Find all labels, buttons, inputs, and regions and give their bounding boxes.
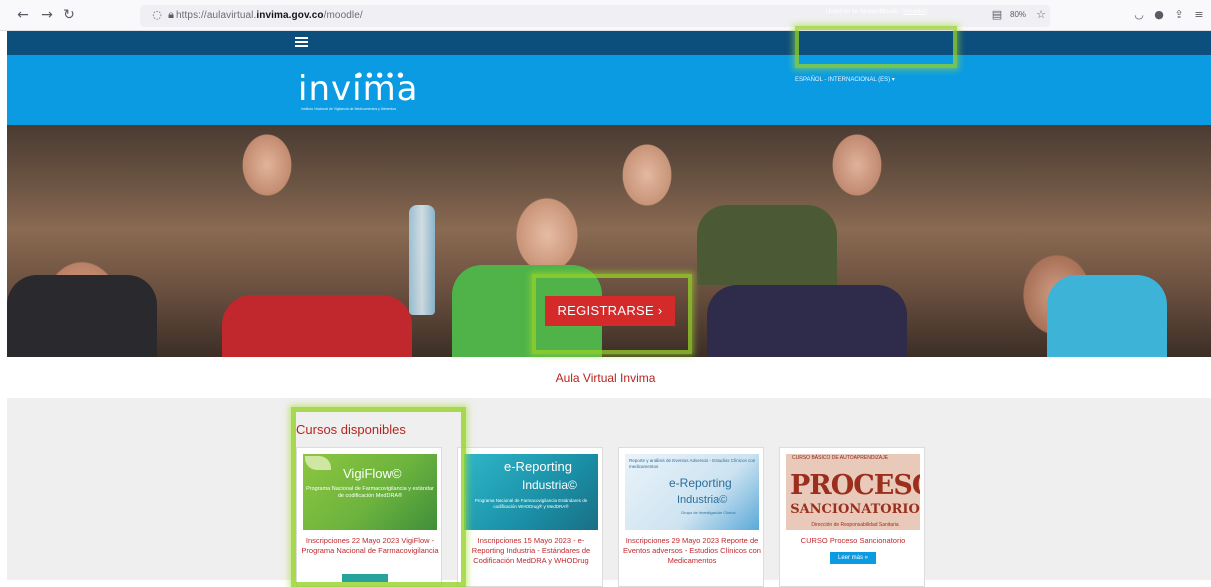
course-link[interactable]: Inscripciones 15 Mayo 2023 - e-Reporting… bbox=[462, 536, 600, 566]
course-link[interactable]: CURSO Proceso Sancionatorio bbox=[784, 536, 922, 546]
hamburger-menu-icon[interactable] bbox=[295, 37, 308, 47]
course-image-title-2: Industria© bbox=[677, 494, 728, 506]
course-image-title-2: SANCIONATORIO bbox=[790, 502, 920, 517]
hero-figure bbox=[707, 285, 907, 357]
url-prefix: https://aulavirtual. bbox=[176, 10, 257, 21]
course-image-top: CURSO BÁSICO DE AUTOAPRENDIZAJE bbox=[792, 455, 889, 461]
extension-icon[interactable]: ● bbox=[1152, 8, 1166, 22]
read-more-button[interactable]: Leer más » bbox=[830, 552, 876, 564]
hero-figure bbox=[1047, 275, 1167, 357]
site-title: Aula Virtual Invima bbox=[555, 371, 656, 385]
course-image-title: e-Reporting bbox=[669, 476, 732, 490]
pocket-icon[interactable]: ◡ bbox=[1132, 8, 1146, 22]
zoom-level[interactable]: 80% bbox=[1010, 10, 1026, 19]
url-path: /moodle/ bbox=[323, 10, 363, 21]
top-navbar bbox=[7, 31, 1211, 55]
back-arrow-icon[interactable]: ← bbox=[14, 6, 32, 24]
course-link[interactable]: Inscripciones 29 Mayo 2023 Reporte de Ev… bbox=[623, 536, 761, 566]
bookmark-star-icon[interactable]: ☆ bbox=[1034, 8, 1048, 22]
course-image-title: PROCESO bbox=[790, 470, 920, 501]
shield-icon[interactable]: ◌ bbox=[150, 8, 164, 22]
highlight-box bbox=[795, 26, 957, 68]
hero-figure bbox=[697, 205, 837, 285]
reader-view-icon[interactable]: ▤ bbox=[990, 8, 1004, 22]
courses-section bbox=[7, 398, 1211, 580]
hero-figure bbox=[7, 275, 157, 357]
course-card[interactable]: CURSO BÁSICO DE AUTOAPRENDIZAJE PROCESO … bbox=[779, 447, 925, 587]
share-icon[interactable]: ⇪ bbox=[1172, 8, 1186, 22]
url-text[interactable]: https://aulavirtual.invima.gov.co/moodle… bbox=[176, 10, 363, 21]
course-image-subtitle: Dirección de Responsabilidad Sanitaria bbox=[811, 522, 899, 528]
course-image-top: Reporte y análisis de Eventos Adversos -… bbox=[629, 458, 756, 469]
course-image[interactable]: CURSO BÁSICO DE AUTOAPRENDIZAJE PROCESO … bbox=[786, 454, 920, 530]
course-image[interactable]: e-Reporting Industria© Programa Nacional… bbox=[464, 454, 598, 530]
menu-icon[interactable]: ≡ bbox=[1192, 8, 1206, 22]
login-suffix: ) bbox=[925, 9, 928, 15]
login-status: Usted no se ha identificado. (Acceder) bbox=[826, 9, 928, 15]
reload-icon[interactable]: ↻ bbox=[60, 6, 78, 24]
course-image[interactable]: Reporte y análisis de Eventos Adversos -… bbox=[625, 454, 759, 530]
water-bottle bbox=[409, 205, 435, 315]
logo-dots-icon: ● ● ● ● ● bbox=[356, 71, 405, 79]
login-prefix: Usted no se ha identificado. ( bbox=[826, 9, 904, 15]
forward-arrow-icon[interactable]: → bbox=[38, 6, 56, 24]
course-card[interactable]: e-Reporting Industria© Programa Nacional… bbox=[457, 447, 603, 587]
course-image-subtitle: Grupo de Investigación Clínica bbox=[681, 510, 736, 515]
course-card[interactable]: Reporte y análisis de Eventos Adversos -… bbox=[618, 447, 764, 587]
hero-figure bbox=[222, 295, 412, 357]
course-image-title: e-Reporting bbox=[504, 459, 572, 474]
highlight-box bbox=[532, 274, 692, 354]
language-selector[interactable]: ESPAÑOL - INTERNACIONAL (ES) ▾ bbox=[795, 76, 895, 83]
site-header bbox=[7, 55, 1211, 125]
browser-toolbar: ← → ↻ ◌ 🔒︎ https://aulavirtual.invima.go… bbox=[0, 0, 1211, 31]
login-link[interactable]: Acceder bbox=[904, 9, 926, 15]
highlight-box bbox=[291, 407, 466, 587]
course-image-title-2: Industria© bbox=[522, 478, 577, 492]
url-domain: invima.gov.co bbox=[256, 10, 324, 21]
logo-subtitle: Instituto Nacional de Vigilancia de Medi… bbox=[301, 107, 397, 111]
course-image-subtitle: Programa Nacional de Farmacovigilancia E… bbox=[474, 498, 588, 509]
